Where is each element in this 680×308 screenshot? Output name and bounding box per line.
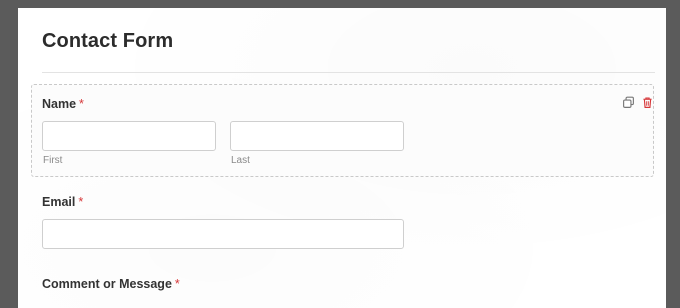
name-required-mark: * bbox=[79, 97, 84, 111]
email-label: Email * bbox=[42, 195, 83, 209]
name-label: Name * bbox=[42, 97, 84, 111]
title-divider bbox=[42, 72, 655, 73]
first-sublabel: First bbox=[43, 155, 63, 166]
email-label-text: Email bbox=[42, 195, 76, 209]
duplicate-icon[interactable] bbox=[622, 96, 635, 109]
first-name-input[interactable] bbox=[42, 121, 216, 151]
comment-required-mark: * bbox=[174, 277, 180, 291]
name-label-text: Name bbox=[42, 97, 77, 111]
comment-label-text: Comment or Message bbox=[42, 277, 172, 291]
email-input[interactable] bbox=[42, 219, 404, 249]
form-builder-preview: Contact Form Name * First Last Email * Com… bbox=[18, 8, 666, 308]
form-title: Contact Form bbox=[42, 30, 174, 52]
last-name-input[interactable] bbox=[230, 121, 404, 151]
last-sublabel: Last bbox=[231, 155, 250, 166]
comment-label: Comment or Message * bbox=[42, 277, 180, 291]
field-actions bbox=[622, 96, 654, 109]
email-required-mark: * bbox=[78, 195, 84, 209]
trash-icon[interactable] bbox=[641, 96, 654, 109]
